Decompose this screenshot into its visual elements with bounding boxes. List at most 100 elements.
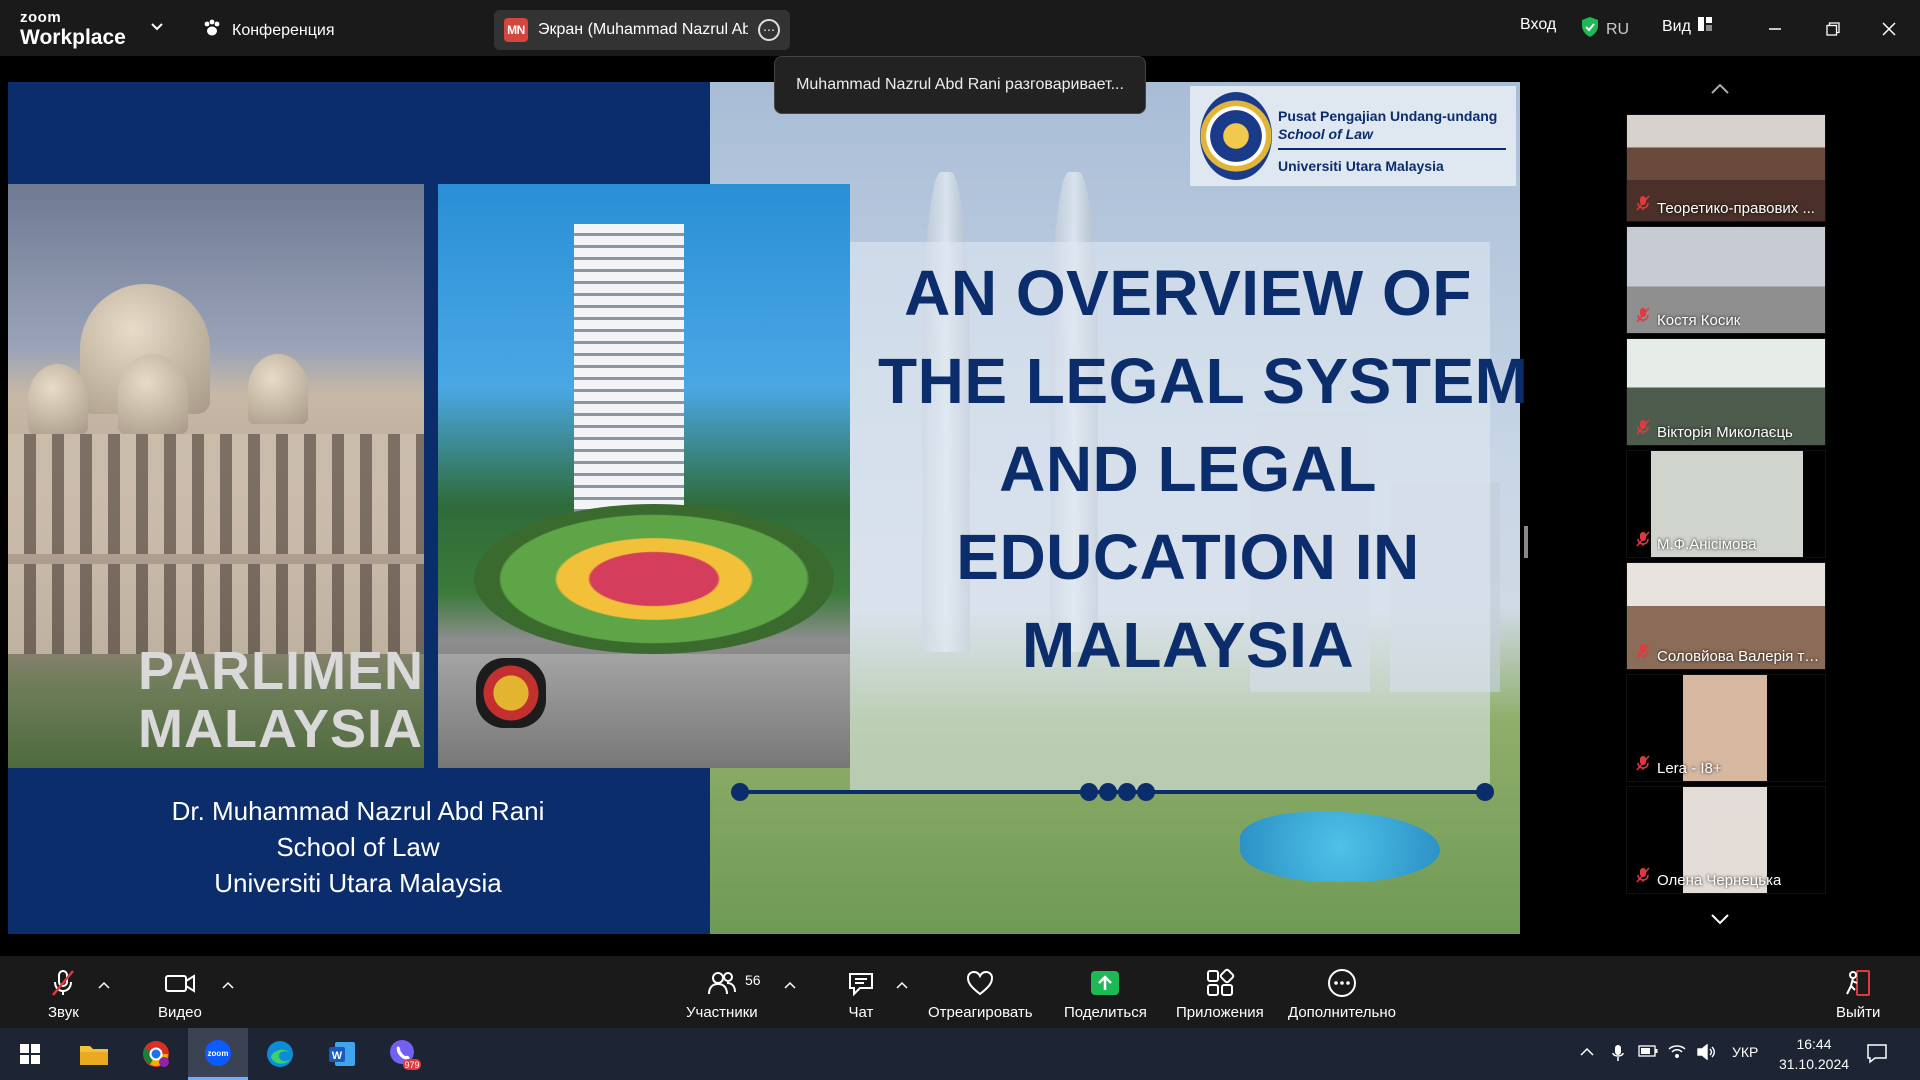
microphone-icon[interactable]	[1612, 1044, 1624, 1065]
uum-seal-logo	[1200, 92, 1272, 180]
language-label: RU	[1606, 20, 1630, 38]
battery-icon[interactable]	[1638, 1044, 1658, 1060]
panel-resize-handle[interactable]	[1524, 526, 1528, 558]
muted-mic-icon	[1635, 195, 1651, 216]
chevron-down-icon[interactable]	[1710, 912, 1730, 931]
muted-mic-icon	[1635, 531, 1651, 552]
chevron-down-icon[interactable]	[150, 20, 164, 39]
heart-icon	[965, 968, 995, 998]
windows-start-button[interactable]	[0, 1028, 60, 1080]
brand-line-2: School of Law	[1278, 126, 1373, 142]
people-icon	[707, 968, 737, 998]
more-button[interactable]: Дополнительно	[1288, 968, 1396, 1021]
chevron-up-icon[interactable]	[1710, 82, 1730, 101]
grid-view-icon	[1697, 16, 1713, 37]
sign-text-2: MALAYSIA	[138, 699, 424, 759]
slide-title-line: MALAYSIA	[1021, 609, 1355, 681]
screen-share-pill[interactable]: MN Экран (Muhammad Nazrul Abd ⋯	[494, 10, 790, 50]
dome	[248, 354, 308, 424]
svg-text:zoom: zoom	[208, 1049, 229, 1058]
word-icon[interactable]: W	[312, 1028, 372, 1080]
leave-button[interactable]: Выйти	[1836, 968, 1880, 1021]
audio-button[interactable]: Звук	[48, 968, 79, 1021]
slide-title-line: AN OVERVIEW OF	[904, 257, 1472, 329]
minimize-icon[interactable]	[1760, 14, 1790, 44]
participants-label: Участники	[686, 1004, 758, 1021]
timeline-dot	[1099, 783, 1117, 801]
participants-count: 56	[745, 972, 761, 988]
zoom-workplace-logo[interactable]: zoom Workplace	[20, 10, 126, 48]
react-button[interactable]: Отреагировать	[928, 968, 1033, 1021]
slide-title-line: AND LEGAL	[999, 433, 1377, 505]
more-dots-icon	[1327, 968, 1357, 998]
apps-label: Приложения	[1176, 1004, 1264, 1021]
chrome-icon[interactable]	[126, 1028, 186, 1080]
conference-label: Конференция	[232, 21, 335, 39]
muted-mic-icon	[1635, 419, 1651, 440]
keyboard-language[interactable]: УКР	[1732, 1044, 1758, 1060]
sign-text-1: PARLIMEN	[138, 641, 424, 701]
more-options-icon[interactable]: ⋯	[758, 19, 780, 41]
edge-icon[interactable]	[250, 1028, 310, 1080]
timeline-dot	[731, 783, 749, 801]
apps-button[interactable]: Приложения	[1176, 968, 1264, 1021]
participants-options-caret[interactable]	[784, 976, 796, 994]
timeline-dot	[1118, 783, 1136, 801]
participant-tile[interactable]: Соловйова Валерія та ...	[1626, 562, 1826, 670]
meeting-controls: Звук Видео Участники 56 Чат Отреагироват…	[0, 956, 1920, 1028]
chat-options-caret[interactable]	[896, 976, 908, 994]
participant-name: Теоретико-правових ...	[1657, 200, 1815, 217]
restore-icon[interactable]	[1818, 14, 1848, 44]
mic-muted-icon	[48, 968, 78, 998]
participant-name: Костя Косик	[1657, 312, 1741, 329]
screen-share-title: Экран (Muhammad Nazrul Abd	[538, 21, 748, 38]
react-label: Отреагировать	[928, 1004, 1033, 1021]
notifications-icon[interactable]	[1866, 1042, 1888, 1067]
timeline-dot	[1080, 783, 1098, 801]
participant-name: Вікторія Миколаєць	[1657, 424, 1793, 441]
login-button[interactable]: Вход	[1520, 16, 1556, 34]
share-label: Поделиться	[1064, 1004, 1147, 1021]
close-icon[interactable]	[1874, 14, 1904, 44]
clock-time: 16:44	[1796, 1036, 1832, 1052]
speaking-indicator: Muhammad Nazrul Abd Rani разговаривает..…	[774, 56, 1146, 114]
timeline-dot	[1137, 783, 1155, 801]
slide-title-line: THE LEGAL SYSTEM	[878, 345, 1529, 417]
svg-text:W: W	[332, 1050, 343, 1062]
zoom-taskbar-icon[interactable]: zoom	[188, 1028, 248, 1080]
parliament-tower	[574, 224, 684, 524]
view-button[interactable]: Вид	[1662, 16, 1713, 37]
malaysia-coat-of-arms	[476, 658, 546, 728]
login-label: Вход	[1520, 16, 1557, 33]
volume-icon[interactable]	[1696, 1043, 1716, 1063]
chat-button[interactable]: Чат	[846, 968, 876, 1021]
conference-menu[interactable]: Конференция	[202, 18, 335, 43]
security-status[interactable]: RU	[1580, 16, 1629, 43]
video-camera-icon	[164, 968, 196, 998]
file-explorer-icon[interactable]	[64, 1028, 124, 1080]
author-name: Dr. Muhammad Nazrul Abd Rani	[171, 796, 545, 826]
video-label: Видео	[158, 1004, 202, 1021]
apps-grid-icon	[1205, 968, 1235, 998]
clock-date: 31.10.2024	[1778, 1056, 1850, 1072]
participant-tile[interactable]: Костя Косик	[1626, 226, 1826, 334]
participant-tile[interactable]: Теоретико-правових ...	[1626, 114, 1826, 222]
participant-name: Олена Чернецька	[1657, 872, 1782, 889]
participant-tile[interactable]: Олена Чернецька	[1626, 786, 1826, 894]
audio-options-caret[interactable]	[98, 976, 110, 994]
participant-tile[interactable]: Lera - І8+	[1626, 674, 1826, 782]
viber-icon[interactable]: 979	[374, 1028, 434, 1080]
participant-name: Соловйова Валерія та ...	[1657, 648, 1823, 665]
video-button[interactable]: Видео	[158, 968, 202, 1021]
video-options-caret[interactable]	[222, 976, 234, 994]
author-school: School of Law	[276, 832, 440, 862]
share-screen-button[interactable]: Поделиться	[1064, 968, 1147, 1021]
participant-tile[interactable]: Вікторія Миколаєць	[1626, 338, 1826, 446]
brand-line-1: Pusat Pengajian Undang-undang	[1278, 108, 1498, 124]
windows-taskbar: zoom W 979 УКР 16:44 31.10.2024	[0, 1028, 1920, 1080]
wifi-icon[interactable]	[1668, 1044, 1686, 1061]
participant-tile[interactable]: М.Ф.Анісімова	[1626, 450, 1826, 558]
system-clock[interactable]: 16:44 31.10.2024	[1776, 1034, 1852, 1074]
tray-chevron-up-icon[interactable]	[1580, 1044, 1594, 1060]
muted-mic-icon	[1635, 307, 1651, 328]
